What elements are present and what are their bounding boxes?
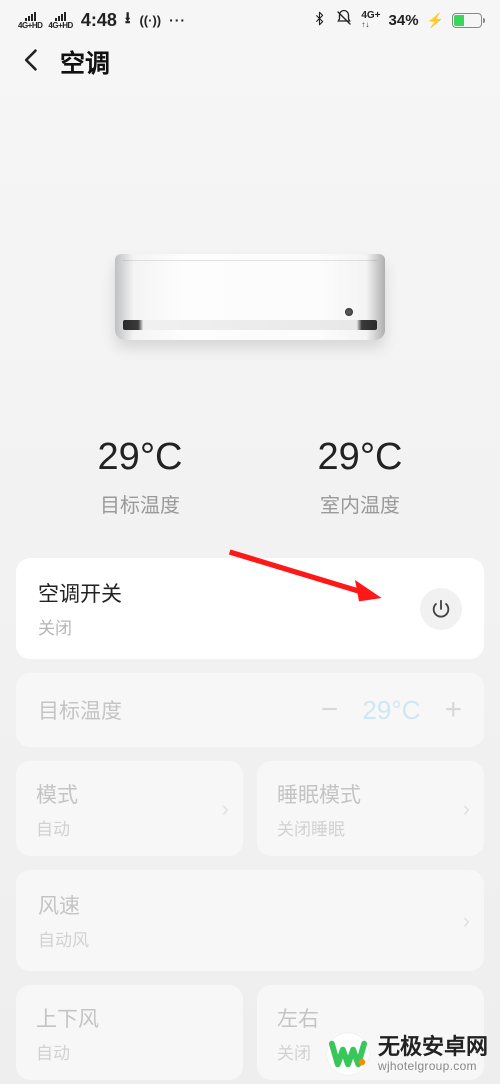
more-icon: ··· (169, 12, 186, 28)
fan-value: 自动风 (38, 926, 462, 951)
target-temp-title: 目标温度 (38, 695, 321, 725)
device-image (0, 254, 500, 340)
chevron-right-icon: › (463, 908, 470, 934)
watermark-url: wjhotelgroup.com (378, 1060, 488, 1074)
status-bar: 4G+HD 4G+HD 4:48 ⭳ ((·)) ··· 4G+ ↑↓ 34% … (0, 0, 500, 36)
power-card[interactable]: 空调开关 关闭 (16, 558, 484, 659)
fan-title: 风速 (38, 890, 462, 920)
charging-icon: ⚡ (427, 12, 444, 29)
indoor-temp-value: 29°C (318, 436, 403, 479)
mode-title: 模式 (36, 779, 223, 809)
header: 空调 (0, 36, 500, 86)
mode-value: 自动 (36, 815, 223, 840)
target-temp-value: 29°C (98, 436, 183, 479)
updown-card[interactable]: 上下风 自动 (16, 985, 243, 1080)
signal-2: 4G+HD (48, 11, 72, 30)
target-temp-card[interactable]: 目标温度 − 29°C + (16, 673, 484, 747)
indoor-temp-block: 29°C 室内温度 (318, 436, 403, 518)
chevron-right-icon: › (463, 796, 470, 822)
hotspot-icon: ((·)) (139, 13, 161, 28)
power-button[interactable] (420, 588, 462, 630)
sleep-title: 睡眠模式 (277, 779, 464, 809)
temp-plus-button[interactable]: + (444, 693, 462, 727)
power-icon (430, 598, 452, 620)
power-title: 空调开关 (38, 578, 420, 608)
dnd-icon (335, 9, 353, 31)
back-button[interactable] (18, 46, 46, 79)
battery-icon (452, 13, 482, 28)
updown-title: 上下风 (36, 1003, 223, 1033)
target-temp-display: 29°C (362, 695, 420, 726)
temp-minus-button[interactable]: − (321, 693, 339, 727)
network-label: 4G+ ↑↓ (361, 11, 380, 29)
temperature-readout: 29°C 目标温度 29°C 室内温度 (0, 436, 500, 518)
target-temp-label: 目标温度 (98, 489, 183, 518)
download-icon: ⭳ (125, 7, 131, 34)
bluetooth-icon (312, 11, 327, 30)
controls-list: 空调开关 关闭 目标温度 − 29°C + 模式 自动 › 睡眠模式 关闭睡眠 (0, 558, 500, 1080)
updown-value: 自动 (36, 1039, 223, 1064)
sleep-card[interactable]: 睡眠模式 关闭睡眠 › (257, 761, 484, 856)
signal-1: 4G+HD (18, 11, 42, 30)
status-left: 4G+HD 4G+HD 4:48 ⭳ ((·)) ··· (18, 7, 186, 34)
battery-pct: 34% (389, 12, 419, 29)
watermark-logo-icon (326, 1032, 370, 1076)
watermark: 无极安卓网 wjhotelgroup.com (326, 1032, 488, 1076)
leftright-title: 左右 (277, 1003, 464, 1033)
status-right: 4G+ ↑↓ 34% ⚡ (312, 9, 482, 31)
clock: 4:48 (81, 10, 117, 31)
power-status: 关闭 (38, 614, 420, 639)
sleep-value: 关闭睡眠 (277, 815, 464, 840)
chevron-right-icon: › (222, 796, 229, 822)
target-temp-block: 29°C 目标温度 (98, 436, 183, 518)
watermark-title: 无极安卓网 (378, 1034, 488, 1059)
page-title: 空调 (60, 44, 110, 80)
fan-card[interactable]: 风速 自动风 › (16, 870, 484, 971)
mode-card[interactable]: 模式 自动 › (16, 761, 243, 856)
indoor-temp-label: 室内温度 (318, 489, 403, 518)
